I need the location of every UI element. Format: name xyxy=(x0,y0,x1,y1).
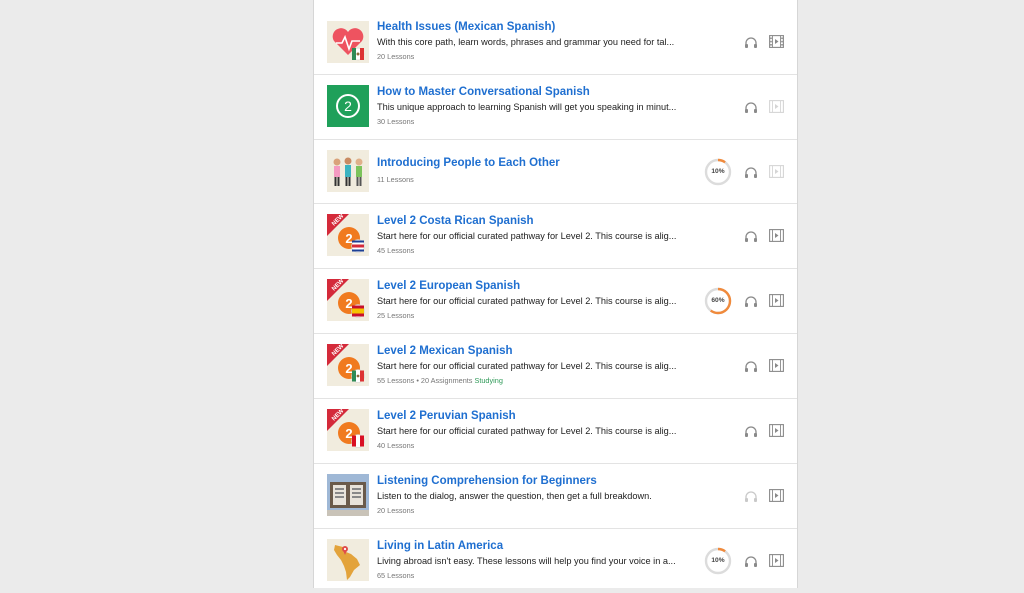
course-lesson-count: 30 Lessons xyxy=(377,117,415,126)
course-row-level-2-costa-rican[interactable]: 2 NEW Level 2 Costa Rican Spanish Start … xyxy=(314,203,797,268)
course-title[interactable]: Level 2 Costa Rican Spanish xyxy=(377,215,534,227)
course-row-level-2-european[interactable]: 2 NEW Level 2 European Spanish Start her… xyxy=(314,268,797,333)
course-lesson-count: 20 Lessons xyxy=(377,506,415,515)
headphones-icon[interactable] xyxy=(744,36,758,48)
headphones-icon[interactable] xyxy=(744,490,758,502)
video-film-icon[interactable] xyxy=(769,165,784,178)
new-level-2-peru-icon: 2 NEW xyxy=(327,409,369,451)
course-title[interactable]: Level 2 Mexican Spanish xyxy=(377,345,513,357)
course-description: Living abroad isn't easy. These lessons … xyxy=(377,556,676,566)
course-lesson-count: 55 Lessons • 20 Assignments Studying xyxy=(377,376,503,385)
headphones-icon[interactable] xyxy=(744,555,758,567)
course-title[interactable]: Health Issues (Mexican Spanish) xyxy=(377,21,555,33)
headphones-icon[interactable] xyxy=(744,425,758,437)
svg-text:2: 2 xyxy=(345,296,352,311)
svg-text:2: 2 xyxy=(345,231,352,246)
new-level-2-spain-icon: 2 NEW xyxy=(327,279,369,321)
progress-ring: 60% xyxy=(704,287,732,315)
headphones-icon[interactable] xyxy=(744,166,758,178)
latin-america-map-icon xyxy=(327,539,369,581)
video-film-icon[interactable] xyxy=(769,35,784,48)
green-number-2-icon: 2 xyxy=(327,85,369,127)
progress-label: 10% xyxy=(711,557,725,564)
course-description: Start here for our official curated path… xyxy=(377,426,677,436)
course-row-introducing-people[interactable]: Introducing People to Each Other 11 Less… xyxy=(314,139,797,203)
course-description: Listen to the dialog, answer the questio… xyxy=(377,491,652,501)
course-row-living-latin-america[interactable]: Living in Latin America Living abroad is… xyxy=(314,528,797,593)
course-description: This unique approach to learning Spanish… xyxy=(377,102,677,112)
svg-text:2: 2 xyxy=(345,361,352,376)
course-list-panel: Health Issues (Mexican Spanish) With thi… xyxy=(313,0,798,588)
video-film-icon[interactable] xyxy=(769,294,784,307)
course-description: Start here for our official curated path… xyxy=(377,231,677,241)
course-lesson-count: 11 Lessons xyxy=(377,175,414,184)
course-lesson-count: 40 Lessons xyxy=(377,441,415,450)
new-level-2-mexico-icon: 2 NEW xyxy=(327,344,369,386)
course-lesson-count: 45 Lessons xyxy=(377,246,415,255)
video-film-icon[interactable] xyxy=(769,424,784,437)
video-film-icon[interactable] xyxy=(769,489,784,502)
course-row-health-issues[interactable]: Health Issues (Mexican Spanish) With thi… xyxy=(314,0,797,74)
progress-ring: 10% xyxy=(704,158,732,186)
progress-label: 60% xyxy=(711,297,725,304)
course-description: Start here for our official curated path… xyxy=(377,361,677,371)
headphones-icon[interactable] xyxy=(744,360,758,372)
video-film-icon[interactable] xyxy=(769,359,784,372)
video-film-icon[interactable] xyxy=(769,229,784,242)
course-row-level-2-mexican[interactable]: 2 NEW Level 2 Mexican Spanish Start here… xyxy=(314,333,797,398)
headphones-icon[interactable] xyxy=(744,101,758,113)
course-row-listening-comprehension[interactable]: Listening Comprehension for Beginners Li… xyxy=(314,463,797,528)
course-title[interactable]: Listening Comprehension for Beginners xyxy=(377,475,597,487)
lessons-assignments-text: 55 Lessons • 20 Assignments xyxy=(377,376,473,385)
people-illustration xyxy=(327,150,369,192)
course-title[interactable]: Living in Latin America xyxy=(377,540,503,552)
course-title[interactable]: Level 2 Peruvian Spanish xyxy=(377,410,516,422)
headphones-icon[interactable] xyxy=(744,230,758,242)
course-row-master-conversational[interactable]: 2 How to Master Conversational Spanish T… xyxy=(314,74,797,139)
svg-text:2: 2 xyxy=(345,426,352,441)
course-lesson-count: 20 Lessons xyxy=(377,52,415,61)
course-row-level-2-peruvian[interactable]: 2 NEW Level 2 Peruvian Spanish Start her… xyxy=(314,398,797,463)
progress-label: 10% xyxy=(711,168,725,175)
progress-ring: 10% xyxy=(704,547,732,575)
svg-text:2: 2 xyxy=(344,98,352,114)
video-film-icon[interactable] xyxy=(769,554,784,567)
course-description: With this core path, learn words, phrase… xyxy=(377,37,675,47)
course-description: Start here for our official curated path… xyxy=(377,296,677,306)
listening-board-icon xyxy=(327,474,369,516)
course-title[interactable]: Level 2 European Spanish xyxy=(377,280,520,292)
studying-status: Studying xyxy=(474,376,503,385)
heart-mexico-flag-icon xyxy=(327,21,369,63)
course-lesson-count: 25 Lessons xyxy=(377,311,415,320)
video-film-icon[interactable] xyxy=(769,100,784,113)
course-title[interactable]: How to Master Conversational Spanish xyxy=(377,86,590,98)
course-title[interactable]: Introducing People to Each Other xyxy=(377,157,560,169)
headphones-icon[interactable] xyxy=(744,295,758,307)
new-level-2-costa-rica-icon: 2 NEW xyxy=(327,214,369,256)
